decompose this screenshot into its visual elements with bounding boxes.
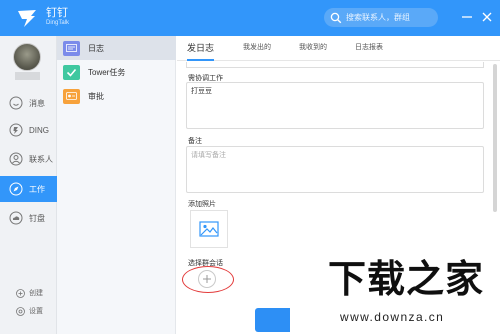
create-label: 创建 xyxy=(29,290,43,297)
tab-write-log[interactable]: 发日志 xyxy=(187,36,215,61)
image-icon xyxy=(199,221,219,237)
watermark-title: 下载之家 xyxy=(328,257,485,301)
tab-received[interactable]: 我收到的 xyxy=(299,36,327,61)
nav-item-cloud-disk[interactable]: 钉盘 xyxy=(0,205,57,231)
settings-button[interactable]: 设置 xyxy=(0,304,57,318)
submenu-item-label: 审批 xyxy=(88,91,104,101)
submenu-item-label: Tower任务 xyxy=(88,67,126,77)
add-group-button[interactable] xyxy=(198,270,216,288)
settings-label: 设置 xyxy=(29,308,43,315)
settings-icon xyxy=(16,306,25,316)
app-subtitle: DingTalk xyxy=(46,20,70,26)
nav-item-messages[interactable]: 消息 xyxy=(0,90,57,116)
plus-icon xyxy=(203,275,211,283)
approval-icon xyxy=(63,88,80,104)
watermark: 下载之家 www.downza.cn xyxy=(290,248,500,334)
log-tabs: 发日志 我发出的 我收到的 日志报表 xyxy=(177,36,500,61)
work-submenu: 日志 Tower任务 审批 xyxy=(57,36,176,334)
close-icon[interactable] xyxy=(480,10,494,24)
nav-item-work[interactable]: 工作 xyxy=(0,176,57,202)
left-nav: 消息 DING 联系人 工作 钉盘 创建 设置 xyxy=(0,36,57,334)
nav-item-label: 联系人 xyxy=(29,154,53,164)
group-label: 选择群会话 xyxy=(188,260,223,267)
search-icon xyxy=(330,12,342,23)
ding-icon xyxy=(9,123,23,137)
contacts-icon xyxy=(9,152,23,166)
tab-sent[interactable]: 我发出的 xyxy=(243,36,271,61)
tab-log-report[interactable]: 日志报表 xyxy=(355,36,383,61)
create-icon xyxy=(16,288,25,298)
nav-item-label: DING xyxy=(29,125,49,135)
nav-item-ding[interactable]: DING xyxy=(0,117,57,143)
remark-field[interactable] xyxy=(186,146,484,193)
work-icon xyxy=(9,182,23,196)
nav-item-label: 工作 xyxy=(29,184,45,194)
submenu-item-tower[interactable]: Tower任务 xyxy=(57,60,176,84)
cloud-disk-icon xyxy=(9,211,23,225)
previous-field-edge xyxy=(186,62,484,68)
search-box[interactable] xyxy=(324,8,438,27)
watermark-url: www.downza.cn xyxy=(340,310,445,324)
remark-label: 备注 xyxy=(188,138,202,145)
coordination-field[interactable]: 打豆豆 xyxy=(186,82,484,129)
nav-item-label: 钉盘 xyxy=(29,213,45,223)
app-name: 钉钉 xyxy=(46,7,68,19)
add-photo-button[interactable] xyxy=(190,210,228,248)
log-icon xyxy=(63,40,80,56)
submenu-item-label: 日志 xyxy=(88,43,104,53)
nav-item-contacts[interactable]: 联系人 xyxy=(0,146,57,172)
dingtalk-logo-icon xyxy=(18,10,36,27)
scrollbar[interactable] xyxy=(493,64,497,212)
photo-label: 添加照片 xyxy=(188,201,216,208)
minimize-icon[interactable] xyxy=(460,10,474,24)
check-icon xyxy=(63,64,80,80)
avatar[interactable] xyxy=(13,43,41,71)
nav-item-label: 消息 xyxy=(29,98,45,108)
submenu-item-approval[interactable]: 审批 xyxy=(57,84,176,108)
message-icon xyxy=(9,96,23,110)
avatar-name-blurred xyxy=(15,72,40,80)
submenu-item-log[interactable]: 日志 xyxy=(57,36,176,60)
title-bar: 钉钉 DingTalk xyxy=(0,0,500,36)
search-input[interactable] xyxy=(346,13,434,22)
create-button[interactable]: 创建 xyxy=(0,286,57,300)
